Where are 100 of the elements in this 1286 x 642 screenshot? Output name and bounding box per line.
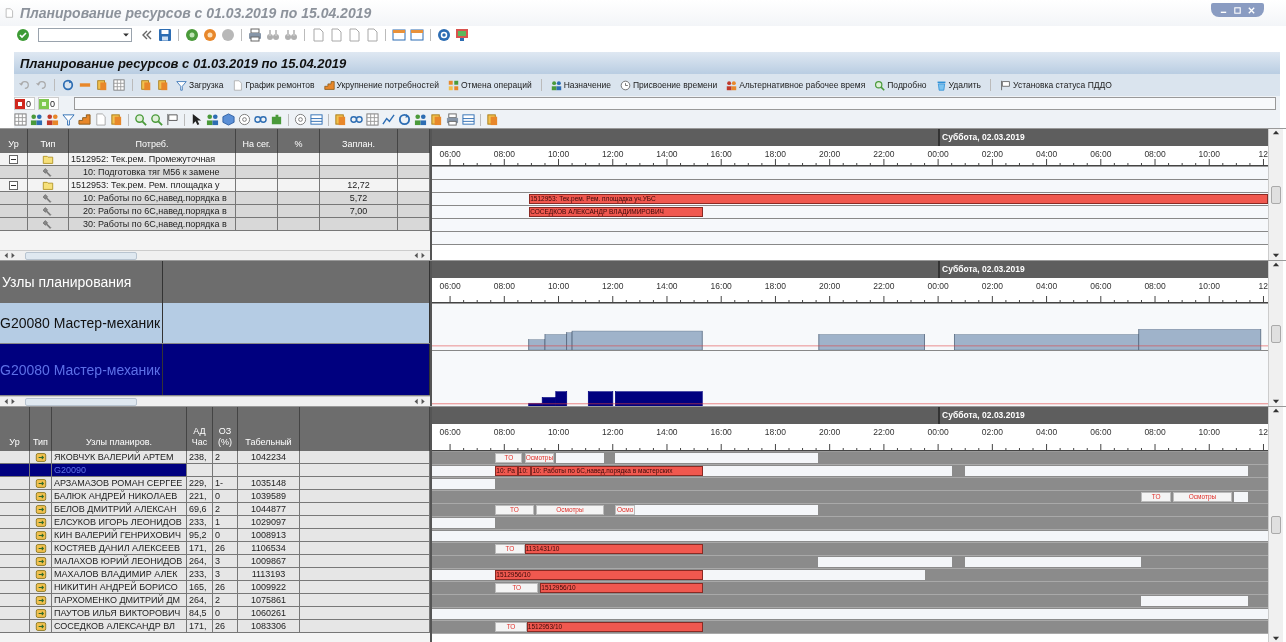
link-icon[interactable] xyxy=(350,113,363,126)
grid-icon[interactable] xyxy=(113,79,125,91)
page-icon[interactable] xyxy=(347,28,361,42)
command-field[interactable] xyxy=(38,28,132,42)
column-header[interactable]: Ур xyxy=(9,437,20,448)
documents-icon[interactable] xyxy=(157,79,169,91)
line-chart-icon[interactable] xyxy=(382,113,395,126)
window-icon[interactable] xyxy=(410,28,424,42)
target-icon[interactable] xyxy=(294,113,307,126)
column-header[interactable]: На сег. xyxy=(242,139,271,150)
table-row[interactable]: НИКИТИН АНДРЕЙ БОРИСО 165, 26 1009922 xyxy=(0,581,430,594)
monitor-icon[interactable] xyxy=(455,28,469,42)
column-header[interactable]: % xyxy=(294,139,303,150)
page-icon[interactable] xyxy=(94,113,107,126)
refresh-icon[interactable] xyxy=(398,113,411,126)
save-icon[interactable] xyxy=(158,28,172,42)
toolbar-button[interactable]: Альтернативное рабочее время xyxy=(724,79,868,91)
scrollbar[interactable] xyxy=(0,396,430,406)
toolbar-button[interactable]: Загрузка xyxy=(174,79,226,91)
table-row[interactable]: ЕЛСУКОВ ИГОРЬ ЛЕОНИДОВ 233, 1 1029097 xyxy=(0,516,430,529)
collapse-icon[interactable] xyxy=(9,154,18,164)
documents-icon[interactable] xyxy=(334,113,347,126)
documents-icon[interactable] xyxy=(110,113,123,126)
documents-icon[interactable] xyxy=(430,113,443,126)
table-icon[interactable] xyxy=(310,113,323,126)
magnifier-icon[interactable] xyxy=(150,113,163,126)
target-icon[interactable] xyxy=(238,113,251,126)
printer-icon[interactable] xyxy=(446,113,459,126)
table-row[interactable]: 20: Работы по 6С,навед.порядка в 7,00 xyxy=(0,205,430,218)
scrollbar[interactable] xyxy=(1268,261,1283,406)
column-header[interactable]: Ур xyxy=(8,139,19,150)
toolbar-button[interactable]: Присвоение времени xyxy=(617,79,720,91)
scrollbar[interactable] xyxy=(1268,129,1283,260)
toolbar-button[interactable]: Установка статуса ПДДО xyxy=(998,79,1114,91)
redo-icon[interactable] xyxy=(35,79,47,91)
documents-icon[interactable] xyxy=(96,79,108,91)
table-row[interactable]: 1512953: Тек.рем. Рем. площадка у 12,72 xyxy=(0,179,430,192)
cursor-icon[interactable] xyxy=(190,113,203,126)
table-icon[interactable] xyxy=(462,113,475,126)
column-header[interactable]: ОЗ (%) xyxy=(218,426,232,448)
funnel-icon[interactable] xyxy=(62,113,75,126)
table-row[interactable]: G20080 Мастер-механик xyxy=(0,344,430,396)
message-counter[interactable]: 0 xyxy=(38,97,60,110)
table-row[interactable]: БЕЛОВ ДМИТРИЙ АЛЕКСАН 69,6 2 1044877 xyxy=(0,503,430,516)
scrollbar-thumb[interactable] xyxy=(25,397,137,406)
column-header[interactable]: Узлы планиров. xyxy=(86,437,152,448)
cube-icon[interactable] xyxy=(222,113,235,126)
scrollbar-thumb[interactable] xyxy=(1271,516,1281,534)
input-field[interactable] xyxy=(74,97,1276,110)
scrollbar-thumb[interactable] xyxy=(25,251,137,260)
scroll-right-icon[interactable] xyxy=(420,252,427,259)
table-row[interactable]: МАЛАХОВ ЮРИЙ ЛЕОНИДОВ 264, 3 1009867 xyxy=(0,555,430,568)
table-row[interactable]: ПАУТОВ ИЛЬЯ ВИКТОРОВИЧ 84,5 0 1060261 xyxy=(0,607,430,620)
people-icon[interactable] xyxy=(46,113,59,126)
table-row[interactable]: 1512952: Тек.рем. Промежуточная xyxy=(0,153,430,166)
table-row[interactable]: G20090 xyxy=(0,464,430,477)
flag-icon[interactable] xyxy=(166,113,179,126)
column-header[interactable]: Табельный xyxy=(245,437,292,448)
binoculars-icon[interactable] xyxy=(266,28,280,42)
scroll-left-icon[interactable] xyxy=(3,252,10,259)
scrollbar[interactable] xyxy=(0,250,430,260)
column-header[interactable]: Тип xyxy=(40,139,56,150)
scroll-right-icon[interactable] xyxy=(10,252,17,259)
documents-icon[interactable] xyxy=(140,79,152,91)
table-row[interactable]: 10: Работы по 6С,навед.порядка в 5,72 xyxy=(0,192,430,205)
table-row[interactable]: ПАРХОМЕНКО ДМИТРИЙ ДМ 264, 2 1075861 xyxy=(0,594,430,607)
toolbar-button[interactable]: Отмена операций xyxy=(445,79,534,91)
grid-icon[interactable] xyxy=(366,113,379,126)
column-header[interactable]: Заплан. xyxy=(341,139,375,150)
people-icon[interactable] xyxy=(414,113,427,126)
toolbar-button[interactable]: Удалить xyxy=(933,79,984,91)
magnifier-icon[interactable] xyxy=(134,113,147,126)
help-icon[interactable] xyxy=(437,28,451,42)
window-icon[interactable] xyxy=(392,28,406,42)
undo-icon[interactable] xyxy=(18,79,30,91)
puzzle-icon[interactable] xyxy=(270,113,283,126)
check-icon[interactable] xyxy=(16,28,30,42)
table-row[interactable]: КОСТЯЕВ ДАНИЛ АЛЕКСЕЕВ 171, 26 1106534 xyxy=(0,542,430,555)
table-row[interactable]: СОСЕДКОВ АЛЕКСАНДР ВЛ 171, 26 1083306 xyxy=(0,620,430,633)
scroll-right-icon[interactable] xyxy=(10,398,17,405)
people-icon[interactable] xyxy=(206,113,219,126)
table-row[interactable]: 10: Подготовка тяг М56 к замене xyxy=(0,166,430,179)
binoculars-icon[interactable] xyxy=(284,28,298,42)
close-icon[interactable] xyxy=(1247,5,1256,15)
circle-icon[interactable] xyxy=(203,28,217,42)
table-row[interactable]: АРЗАМАЗОВ РОМАН СЕРГЕЕ 229, 1- 1035148 xyxy=(0,477,430,490)
table-row[interactable]: КИН ВАЛЕРИЙ ГЕНРИХОВИЧ 95,2 0 1008913 xyxy=(0,529,430,542)
page-icon[interactable] xyxy=(311,28,325,42)
circle-icon[interactable] xyxy=(185,28,199,42)
column-header[interactable]: АД Час xyxy=(191,426,208,448)
scrollbar-thumb[interactable] xyxy=(1271,185,1281,204)
refresh-icon[interactable] xyxy=(62,79,74,91)
printer-icon[interactable] xyxy=(248,28,262,42)
scroll-right-icon[interactable] xyxy=(420,398,427,405)
scroll-left-icon[interactable] xyxy=(413,252,420,259)
double-chevron-icon[interactable] xyxy=(140,28,154,42)
message-counter[interactable]: 0 xyxy=(14,97,35,110)
link-icon[interactable] xyxy=(254,113,267,126)
toolbar-button[interactable]: График ремонтов xyxy=(230,79,317,91)
column-header[interactable]: Тип xyxy=(33,437,48,448)
